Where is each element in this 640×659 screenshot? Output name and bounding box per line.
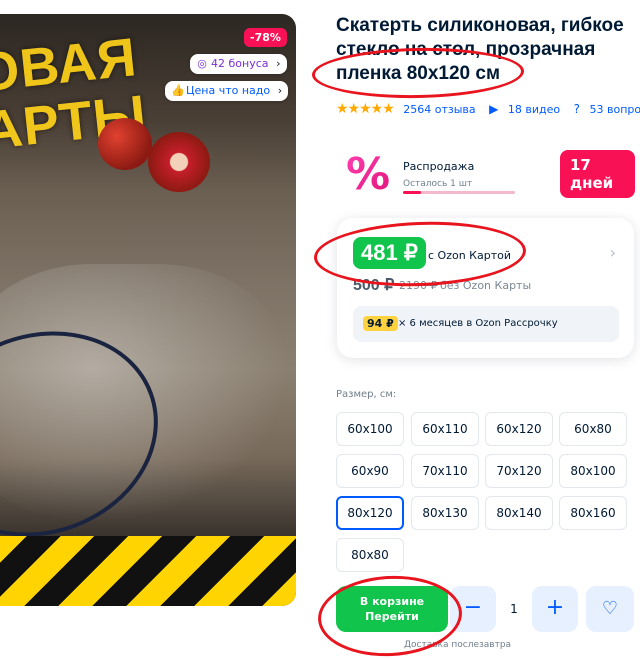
discount-badge: -78% (244, 28, 287, 47)
without-card-label: без Ozon Карты (440, 279, 532, 292)
cart-button-sublabel: Перейти (365, 610, 419, 623)
percent-icon: % (345, 149, 391, 200)
size-option-80x160[interactable]: 80x160 (559, 496, 627, 530)
sale-block: % Распродажа Осталось 1 шт 17 дней остал… (345, 149, 635, 201)
sale-label: Распродажа (403, 160, 475, 173)
chevron-right-icon[interactable]: › (610, 243, 616, 262)
stock-progress-fill (403, 191, 421, 194)
questions-link[interactable]: 53 вопроса (590, 103, 640, 116)
rating-stars[interactable]: ★★★★★ (336, 101, 395, 117)
cart-button-label: В корзине (359, 595, 425, 608)
delivery-info: Доставка послезавтра (404, 640, 512, 650)
price-ok-chip-label: Цена что надо (186, 84, 271, 97)
rating-row: ★★★★★ 2564 отзыва ▶ 18 видео ? 53 вопрос… (336, 101, 640, 119)
pomegranate-image (98, 118, 152, 170)
installment-text: × 6 месяцев в Ozon Рассрочку (398, 318, 558, 329)
stock-remaining: Осталось 1 шт (403, 179, 473, 189)
size-option-60x120[interactable]: 60x120 (485, 412, 553, 446)
decrease-quantity-button[interactable]: − (450, 586, 496, 632)
size-option-60x100[interactable]: 60x100 (336, 412, 404, 446)
installment-row[interactable]: 94 ₽ × 6 месяцев в Ozon Рассрочку (353, 306, 619, 342)
video-icon: ▶ (489, 102, 499, 116)
favorite-button[interactable]: ♡ (586, 586, 634, 632)
price-ok-chip[interactable]: 👍Цена что надо › (165, 81, 289, 101)
size-option-70x110[interactable]: 70x110 (411, 454, 479, 488)
chevron-right-icon: › (277, 84, 283, 97)
increase-quantity-button[interactable]: + (532, 586, 578, 632)
bonus-chip[interactable]: ◎ 42 бонуса › (190, 54, 287, 74)
old-price: 2190 ₽ (399, 279, 438, 292)
size-label: Размер, см: (336, 389, 397, 400)
pomegranate-half-image (148, 132, 210, 192)
size-option-80x130[interactable]: 80x130 (411, 496, 479, 530)
question-icon: ? (573, 102, 580, 116)
size-option-80x80[interactable]: 80x80 (336, 538, 404, 572)
price-card[interactable]: 481 ₽ с Ozon Картой › 500 ₽ 2190 ₽ без O… (337, 218, 634, 358)
bonus-chip-label: 42 бонуса (211, 57, 269, 70)
ozon-card-price: 481 ₽ (353, 237, 426, 269)
cart-button[interactable]: В корзине Перейти (336, 586, 448, 632)
quantity-value: 1 (510, 602, 518, 616)
size-option-60x80[interactable]: 60x80 (559, 412, 627, 446)
size-option-80x140[interactable]: 80x140 (485, 496, 553, 530)
size-option-60x90[interactable]: 60x90 (336, 454, 404, 488)
days-left-caption: осталось (571, 188, 628, 201)
videos-link[interactable]: 18 видео (508, 103, 560, 116)
installment-amount: 94 ₽ (363, 316, 398, 331)
ozon-card-label: с Ozon Картой (428, 249, 511, 262)
product-image[interactable]: ОВАЯ АРТЫ (0, 14, 296, 606)
product-title: Скатерть силиконовая, гибкое стекло на с… (336, 15, 624, 84)
reviews-link[interactable]: 2564 отзыва (403, 103, 475, 116)
hazard-stripes (0, 536, 296, 606)
size-option-70x120[interactable]: 70x120 (485, 454, 553, 488)
heart-icon: ♡ (601, 598, 619, 619)
regular-price: 500 ₽ (353, 277, 395, 294)
size-option-80x120[interactable]: 80x120 (336, 496, 404, 530)
chevron-right-icon: › (276, 57, 281, 70)
size-option-60x110[interactable]: 60x110 (411, 412, 479, 446)
bonus-coin-icon: ◎ (197, 57, 207, 70)
thumbs-up-icon: 👍 (171, 84, 185, 97)
stock-progress-bar (403, 191, 515, 194)
size-option-80x100[interactable]: 80x100 (559, 454, 627, 488)
